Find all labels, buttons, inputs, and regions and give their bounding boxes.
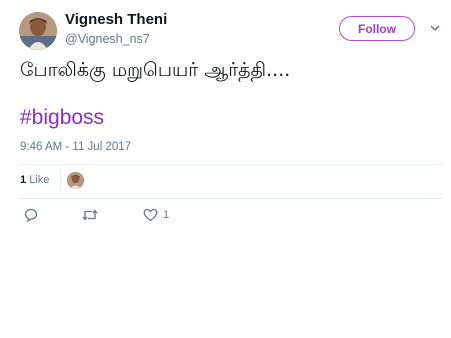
reply-button[interactable] (24, 207, 38, 223)
stat-separator (60, 169, 61, 191)
liker-avatar[interactable] (67, 172, 84, 189)
tweet-timestamp[interactable]: 9:46 AM - 11 Jul 2017 (20, 141, 131, 153)
divider (20, 164, 443, 165)
tweet-text: போலிக்கு மறுபெயர் ஆர்த்தி.... (20, 59, 291, 81)
retweet-icon (82, 209, 98, 221)
retweet-button[interactable] (82, 207, 98, 223)
chevron-down-icon[interactable] (430, 24, 440, 32)
heart-icon (143, 208, 158, 222)
like-stat-count: 1 (20, 174, 27, 186)
follow-button[interactable]: Follow (339, 16, 415, 41)
avatar-photo-icon (19, 12, 57, 50)
like-stat-label: Like (29, 174, 50, 186)
like-button[interactable]: 1 (143, 207, 169, 223)
user-handle[interactable]: @Vignesh_ns7 (65, 32, 150, 46)
reply-icon (24, 208, 38, 222)
like-stat[interactable]: 1 Like (20, 174, 49, 186)
divider (20, 198, 443, 199)
liker-photo-icon (67, 172, 84, 189)
like-count: 1 (163, 209, 170, 221)
user-avatar[interactable] (19, 12, 57, 50)
display-name[interactable]: Vignesh Theni (65, 11, 167, 28)
hashtag-link[interactable]: #bigboss (20, 106, 104, 130)
